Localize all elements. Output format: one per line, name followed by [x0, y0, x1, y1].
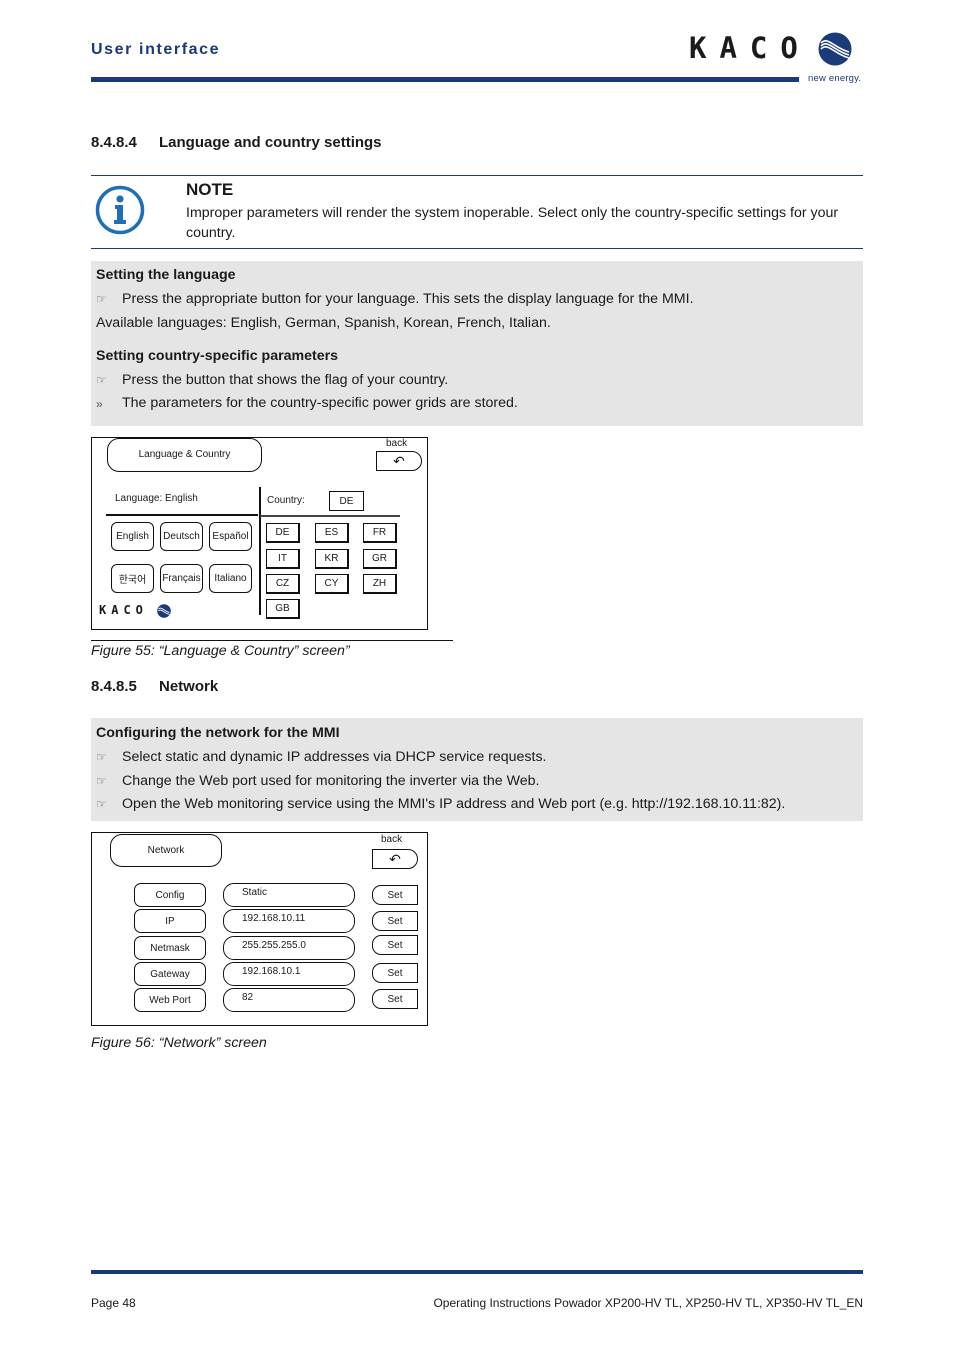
screen-title-language-country: Language & Country	[107, 438, 262, 472]
back-button[interactable]: ↶	[376, 451, 422, 471]
ip-value-field[interactable]: 192.168.10.11	[223, 909, 355, 933]
step-hand-icon: ☞	[96, 750, 107, 764]
language-button-italiano[interactable]: Italiano	[209, 564, 252, 593]
note-top-rule	[91, 175, 863, 176]
result-text: The parameters for the country-specific …	[122, 395, 518, 411]
current-language-label: Language: English	[115, 493, 198, 504]
language-instructions-box: Setting the language ☞ Press the appropr…	[91, 261, 863, 426]
country-label: Country:	[267, 495, 305, 506]
step-language-text: Press the appropriate button for your la…	[122, 291, 694, 307]
step-hand-icon: ☞	[96, 774, 107, 788]
note-title: NOTE	[186, 180, 234, 199]
config-value-field[interactable]: Static	[223, 883, 355, 907]
web-port-value-field[interactable]: 82	[223, 988, 355, 1012]
web-port-label: Web Port	[134, 988, 206, 1012]
network-step-3: Open the Web monitoring service using th…	[122, 796, 786, 812]
setting-language-title: Setting the language	[96, 267, 236, 283]
configuring-network-title: Configuring the network for the MMI	[96, 725, 340, 741]
country-button-cz[interactable]: CZ	[266, 574, 300, 594]
figure-55-rule	[91, 640, 453, 641]
section-title: Language and country settings	[159, 134, 382, 151]
section-number: 8.4.8.4	[91, 134, 137, 151]
language-button-espanol[interactable]: Español	[209, 522, 252, 551]
document-title: Operating Instructions Powador XP200-HV …	[433, 1296, 863, 1310]
section-title: Network	[159, 678, 219, 695]
ip-set-button[interactable]: Set	[372, 911, 418, 931]
header-rule	[91, 77, 799, 82]
config-set-button[interactable]: Set	[372, 885, 418, 905]
step-hand-icon: ☞	[96, 797, 107, 811]
language-divider	[106, 514, 258, 516]
network-screen: Network back ↶ Config Static Set IP 192.…	[91, 832, 428, 1026]
language-button-korean[interactable]: 한국어	[111, 564, 154, 593]
gateway-set-button[interactable]: Set	[372, 963, 418, 983]
vertical-divider	[259, 487, 261, 615]
gateway-value-field[interactable]: 192.168.10.1	[223, 962, 355, 986]
figure-56-caption: Figure 56: “Network” screen	[91, 1035, 267, 1051]
screen-kaco-globe-icon	[157, 604, 171, 618]
setting-country-title: Setting country-specific parameters	[96, 348, 339, 364]
note-bottom-rule	[91, 248, 863, 249]
kaco-logo-text: KACO	[689, 31, 811, 65]
country-button-cy[interactable]: CY	[315, 574, 349, 594]
page-number: Page 48	[91, 1296, 136, 1310]
figure-55-caption: Figure 55: “Language & Country” screen”	[91, 643, 350, 659]
config-label: Config	[134, 883, 206, 907]
netmask-set-button[interactable]: Set	[372, 935, 418, 955]
section-header-title: User interface	[91, 41, 221, 58]
note-text: Improper parameters will render the syst…	[186, 205, 839, 241]
current-country-value: DE	[329, 491, 364, 511]
back-arrow-icon: ↶	[393, 452, 405, 469]
netmask-label: Netmask	[134, 936, 206, 960]
country-button-kr[interactable]: KR	[315, 549, 349, 569]
network-step-2: Change the Web port used for monitoring …	[122, 773, 540, 789]
language-country-screen: Language & Country back ↶ Language: Engl…	[91, 437, 428, 630]
country-button-it[interactable]: IT	[266, 549, 300, 569]
back-arrow-icon: ↶	[389, 850, 401, 867]
country-button-zh[interactable]: ZH	[363, 574, 397, 594]
web-port-set-button[interactable]: Set	[372, 989, 418, 1009]
screen-kaco-logo-text: KACO	[99, 603, 148, 617]
country-button-gr[interactable]: GR	[363, 549, 397, 569]
network-step-1: Select static and dynamic IP addresses v…	[122, 749, 547, 765]
netmask-value-field[interactable]: 255.255.255.0	[223, 936, 355, 960]
section-heading-network: 8.4.8.5 Network	[91, 678, 218, 695]
gateway-label: Gateway	[134, 962, 206, 986]
info-icon	[95, 185, 145, 235]
language-button-english[interactable]: English	[111, 522, 154, 551]
back-label: back	[386, 438, 408, 449]
country-divider	[260, 515, 400, 517]
available-languages-text: Available languages: English, German, Sp…	[96, 315, 551, 331]
ip-label: IP	[134, 909, 206, 933]
country-button-fr[interactable]: FR	[363, 523, 397, 543]
step-country-text: Press the button that shows the flag of …	[122, 372, 449, 388]
kaco-tagline: new energy.	[808, 73, 862, 84]
country-button-gb[interactable]: GB	[266, 599, 300, 619]
result-arrow-icon: »	[96, 397, 103, 411]
language-button-francais[interactable]: Français	[160, 564, 203, 593]
network-instructions-box: Configuring the network for the MMI ☞ Se…	[91, 718, 863, 821]
section-heading-language: 8.4.8.4 Language and country settings	[91, 134, 382, 151]
section-number: 8.4.8.5	[91, 678, 137, 695]
back-button[interactable]: ↶	[372, 849, 418, 869]
country-button-es[interactable]: ES	[315, 523, 349, 543]
country-button-de[interactable]: DE	[266, 523, 300, 543]
kaco-globe-icon	[818, 32, 852, 66]
screen-title-network: Network	[110, 834, 222, 867]
footer-rule	[91, 1270, 863, 1274]
back-label: back	[381, 834, 403, 845]
language-button-deutsch[interactable]: Deutsch	[160, 522, 203, 551]
step-hand-icon: ☞	[96, 292, 107, 306]
step-hand-icon: ☞	[96, 373, 107, 387]
